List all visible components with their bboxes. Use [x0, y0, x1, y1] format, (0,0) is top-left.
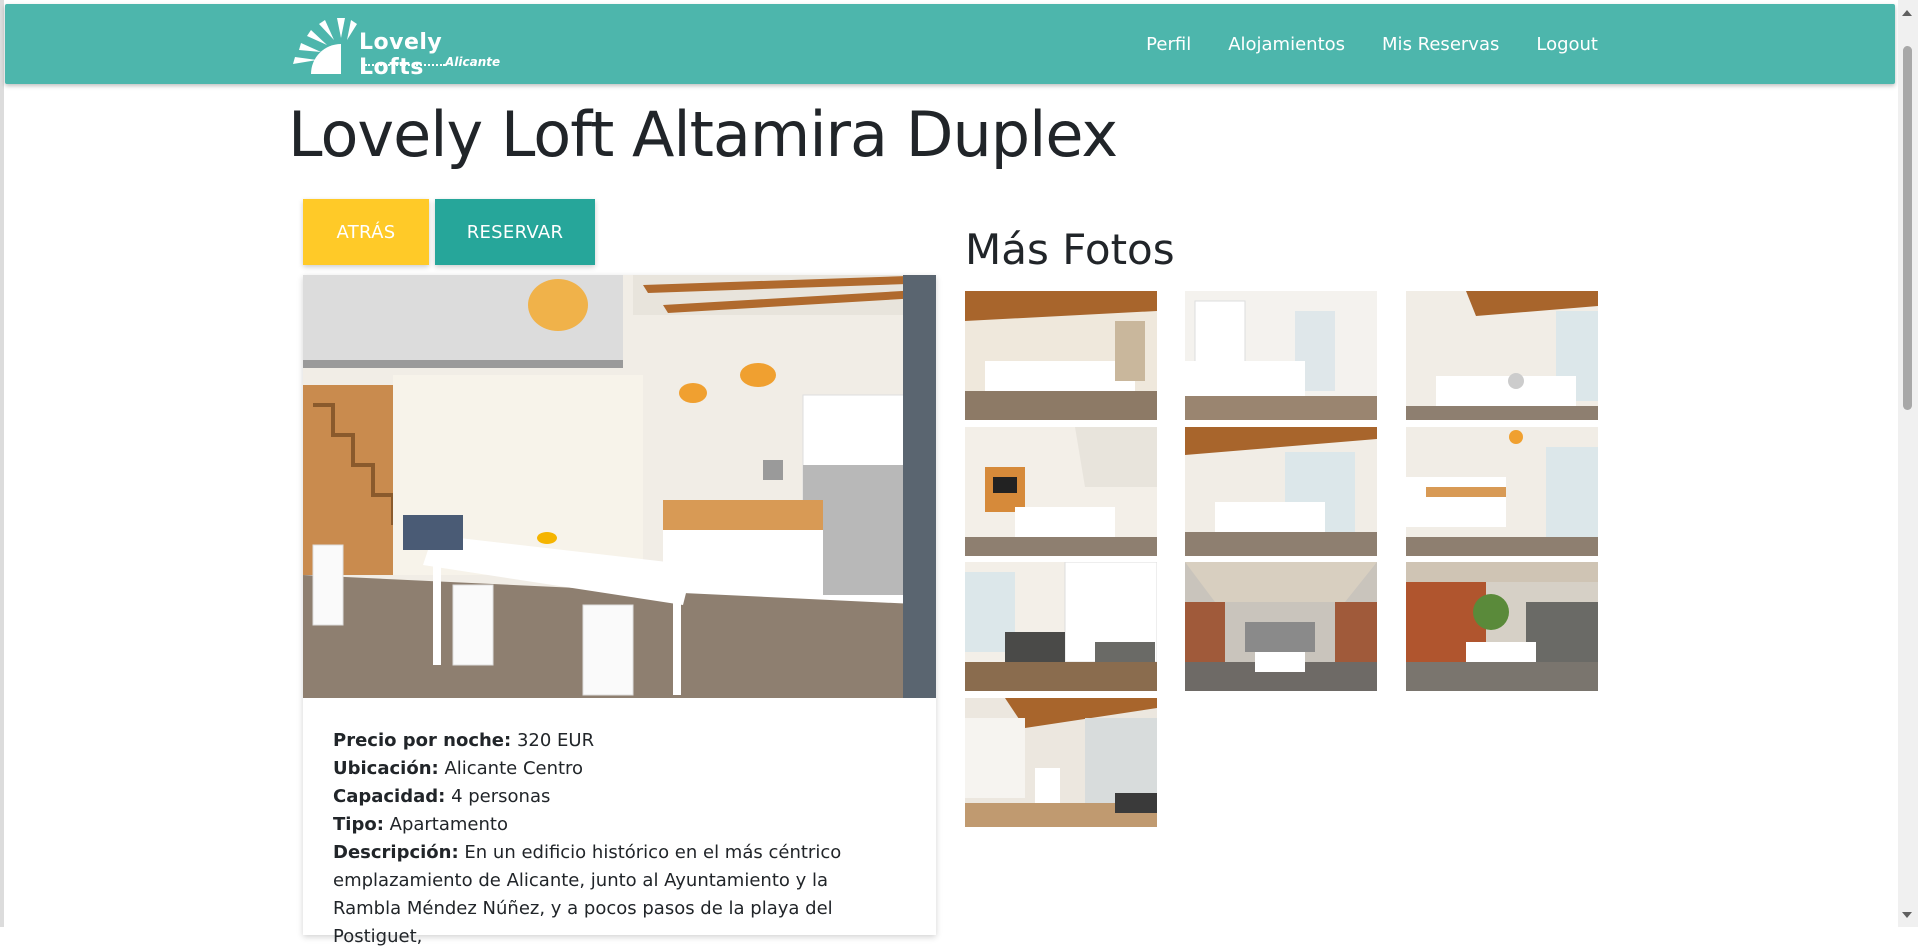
scrollbar-thumb[interactable] — [1903, 46, 1912, 410]
nav-links: Perfil Alojamientos Mis Reservas Logout — [1109, 4, 1598, 84]
nav-perfil[interactable]: Perfil — [1146, 34, 1191, 55]
gallery-photo-living-tv[interactable] — [965, 427, 1157, 556]
nav-logout[interactable]: Logout — [1536, 34, 1598, 55]
brand-divider — [365, 64, 445, 66]
brand-logo[interactable]: Lovely Lofts Alicante — [289, 10, 509, 80]
gallery-photo-dining-windows[interactable] — [1185, 427, 1377, 556]
navbar: Lovely Lofts Alicante Perfil Alojamiento… — [5, 4, 1895, 84]
gallery-title: Más Fotos — [965, 225, 1175, 274]
detail-value: 4 personas — [445, 786, 551, 807]
vertical-scrollbar[interactable] — [1898, 0, 1918, 927]
detail-price: Precio por noche: 320 EUR — [333, 727, 893, 755]
brand-city: Alicante — [445, 55, 501, 69]
sun-logo-icon — [293, 18, 357, 74]
detail-label: Capacidad: — [333, 786, 446, 807]
detail-label: Tipo: — [333, 814, 384, 835]
listing-card: Precio por noche: 320 EUR Ubicación: Ali… — [303, 275, 936, 947]
detail-type: Tipo: Apartamento — [333, 811, 893, 839]
nav-mis-reservas[interactable]: Mis Reservas — [1382, 34, 1499, 55]
main-photo — [303, 275, 936, 698]
detail-label: Precio por noche: — [333, 730, 512, 751]
detail-value: 320 EUR — [511, 730, 595, 751]
gallery-photo-living-sofa[interactable] — [965, 562, 1157, 691]
gallery-photo-terrace-covered[interactable] — [1185, 562, 1377, 691]
gallery-photo-dining-kitchen[interactable] — [1406, 291, 1598, 420]
detail-capacity: Capacidad: 4 personas — [333, 783, 893, 811]
gallery-photo-bathroom[interactable] — [965, 698, 1157, 827]
gallery-photo-bedroom-wood-beams[interactable] — [965, 291, 1157, 420]
scroll-up-arrow-icon[interactable] — [1902, 10, 1912, 16]
book-button[interactable]: RESERVAR — [435, 199, 595, 265]
detail-value: Apartamento — [383, 814, 508, 835]
detail-location: Ubicación: Alicante Centro — [333, 755, 893, 783]
back-button[interactable]: ATRÁS — [303, 199, 429, 265]
detail-value: Alicante Centro — [438, 758, 584, 779]
nav-alojamientos[interactable]: Alojamientos — [1228, 34, 1345, 55]
detail-description: Descripción: En un edificio histórico en… — [333, 839, 893, 951]
page-title: Lovely Loft Altamira Duplex — [288, 98, 1118, 171]
gallery-photo-kitchen-island[interactable] — [1406, 427, 1598, 556]
scroll-down-arrow-icon[interactable] — [1902, 912, 1912, 918]
gallery-photo-terrace-plants[interactable] — [1406, 562, 1598, 691]
gallery-photo-bedroom-white[interactable] — [1185, 291, 1377, 420]
detail-label: Descripción: — [333, 842, 459, 863]
detail-label: Ubicación: — [333, 758, 439, 779]
listing-details: Precio por noche: 320 EUR Ubicación: Ali… — [333, 727, 893, 951]
